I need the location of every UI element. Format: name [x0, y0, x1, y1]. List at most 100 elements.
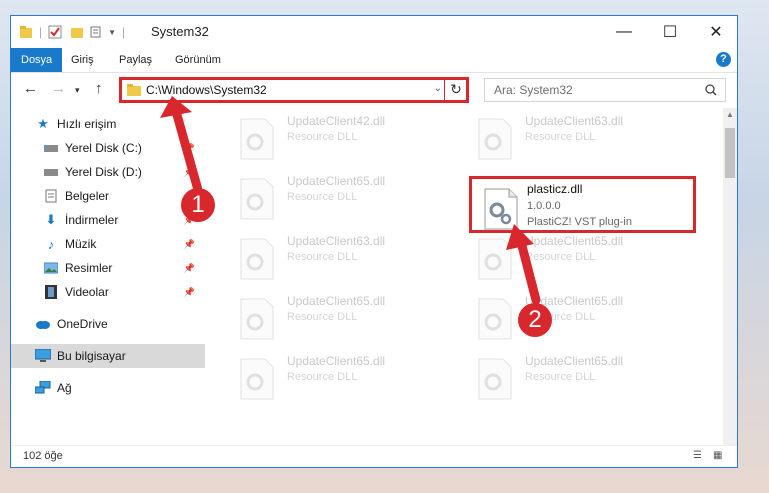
sidebar-item-pictures[interactable]: Resimler 📌 [11, 256, 205, 280]
pin-icon[interactable]: 📌 [184, 239, 195, 250]
sidebar-item-videos[interactable]: Videolar 📌 [11, 280, 205, 304]
help-icon[interactable]: ? [716, 52, 731, 67]
pin-icon[interactable]: 📌 [184, 287, 195, 298]
sidebar-item-label: OneDrive [57, 317, 108, 331]
window-title: System32 [151, 24, 209, 39]
status-bar: 102 öğe ☰ ▦ [11, 445, 737, 468]
forward-button[interactable]: → [51, 80, 66, 97]
maximize-button[interactable]: ☐ [647, 16, 693, 48]
sidebar-item-label: Hızlı erişim [57, 117, 117, 131]
file-name: UpdateClient65.dll [287, 294, 386, 308]
file-name: UpdateClient63.dll [525, 114, 624, 128]
star-icon: ★ [37, 116, 49, 131]
tab-share[interactable]: Paylaş [119, 48, 152, 72]
annotation-label-1: 1 [181, 188, 215, 222]
file-description: Resource DLL [525, 371, 596, 383]
sidebar-item-label: Müzik [65, 237, 97, 251]
file-description: Resource DLL [525, 251, 596, 263]
sidebar-item-quick-access[interactable]: ★ Hızlı erişim [11, 112, 205, 136]
file-description: Resource DLL [287, 191, 358, 203]
dll-file-icon [240, 118, 274, 160]
recent-locations-icon[interactable]: ▾ [75, 85, 80, 96]
sidebar-item-onedrive[interactable]: OneDrive [11, 312, 205, 336]
address-bar[interactable]: C:\Windows\System32 ⌄ ↻ [119, 77, 469, 103]
highlight-box [469, 176, 696, 233]
dll-file-icon [478, 118, 512, 160]
video-icon [43, 284, 59, 300]
network-icon [35, 380, 51, 396]
sidebar-item-label: Bu bilgisayar [57, 349, 126, 363]
sidebar-item-downloads[interactable]: ⬇ İndirmeler 📌 [11, 208, 205, 232]
search-box[interactable]: Ara: System32 [484, 78, 726, 102]
drive-icon [43, 164, 59, 180]
tiles-view-icon[interactable]: ▦ [713, 450, 727, 462]
dll-file-icon [478, 238, 512, 280]
file-list: UpdateClient42.dll Resource DLL UpdateCl… [215, 108, 721, 445]
file-description: Resource DLL [287, 131, 358, 143]
scroll-up-icon[interactable]: ▲ [726, 110, 734, 119]
sidebar-item-network[interactable]: Ağ [11, 376, 205, 400]
address-dropdown-icon[interactable]: ⌄ [434, 83, 442, 94]
tab-view[interactable]: Görünüm [175, 48, 221, 72]
search-input[interactable]: Ara: System32 [494, 83, 573, 97]
scrollbar-thumb[interactable] [725, 128, 735, 178]
pin-icon[interactable]: 📌 [184, 263, 195, 274]
file-name: UpdateClient63.dll [287, 234, 386, 248]
file-tile[interactable]: UpdateClient65.dll Resource DLL [225, 350, 455, 406]
pin-icon[interactable]: 📌 [184, 143, 195, 154]
minimize-button[interactable]: — [601, 16, 647, 48]
pin-icon[interactable]: 📌 [184, 167, 195, 178]
file-tile[interactable]: UpdateClient63.dll Resource DLL [463, 110, 693, 166]
refresh-button[interactable]: ↻ [444, 77, 467, 103]
sidebar-item-music[interactable]: ♪ Müzik 📌 [11, 232, 205, 256]
sidebar-item-local-disk-c[interactable]: Yerel Disk (C:) 📌 [11, 136, 205, 160]
computer-icon [35, 348, 51, 364]
tab-file[interactable]: Dosya [11, 48, 63, 72]
close-button[interactable]: ✕ [693, 16, 739, 48]
file-tile[interactable]: UpdateClient65.dll Resource DLL [463, 230, 693, 286]
file-explorer-window: | ▼ | System32 — ☐ ✕ Dosya Giriş Paylaş … [10, 15, 738, 468]
file-name: UpdateClient65.dll [287, 354, 386, 368]
new-folder-icon[interactable] [70, 25, 84, 39]
back-button[interactable]: ← [23, 80, 38, 97]
file-tile[interactable]: UpdateClient63.dll Resource DLL [225, 230, 455, 286]
file-description: Resource DLL [287, 371, 358, 383]
sidebar-item-this-pc[interactable]: Bu bilgisayar [11, 344, 205, 368]
file-name: UpdateClient65.dll [287, 174, 386, 188]
file-tile[interactable]: UpdateClient65.dll Resource DLL [225, 170, 455, 226]
dll-file-icon [478, 358, 512, 400]
dll-file-icon [240, 178, 274, 220]
up-button[interactable]: ↑ [95, 80, 103, 97]
file-tile[interactable]: UpdateClient65.dll Resource DLL [463, 350, 693, 406]
sidebar-item-label: Videolar [65, 285, 109, 299]
file-name: UpdateClient65.dll [525, 354, 624, 368]
navigation-bar: ← → ▾ ↑ C:\Windows\System32 ⌄ ↻ Ara: Sys… [11, 72, 737, 108]
file-tile[interactable]: UpdateClient42.dll Resource DLL [225, 110, 455, 166]
file-tile[interactable]: UpdateClient65.dll Resource DLL [463, 290, 693, 346]
file-tile[interactable]: UpdateClient65.dll Resource DLL [225, 290, 455, 346]
item-count: 102 öğe [23, 450, 63, 462]
sidebar-item-label: Yerel Disk (D:) [65, 165, 142, 179]
folder-icon[interactable] [19, 25, 33, 39]
search-icon[interactable] [705, 84, 717, 96]
cloud-icon [35, 316, 51, 332]
dll-file-icon [240, 298, 274, 340]
vertical-scrollbar[interactable]: ▲ [723, 108, 737, 445]
dll-file-icon [240, 358, 274, 400]
chevron-down-icon[interactable]: ▼ [108, 28, 116, 37]
sidebar-item-label: Belgeler [65, 189, 110, 203]
folder-icon [127, 84, 141, 96]
sidebar-item-documents[interactable]: Belgeler 📌 [11, 184, 205, 208]
tab-home[interactable]: Giriş [71, 48, 94, 72]
sidebar-item-label: Yerel Disk (C:) [65, 141, 142, 155]
details-view-icon[interactable]: ☰ [693, 450, 707, 462]
properties-icon[interactable] [48, 25, 62, 39]
file-description: Resource DLL [287, 251, 358, 263]
music-icon: ♪ [47, 236, 55, 252]
sidebar-item-label: İndirmeler [65, 213, 119, 227]
sidebar-item-local-disk-d[interactable]: Yerel Disk (D:) 📌 [11, 160, 205, 184]
annotation-label-2: 2 [518, 303, 552, 337]
file-name: UpdateClient42.dll [287, 114, 386, 128]
customize-toolbar-icon[interactable] [90, 25, 106, 39]
file-name: UpdateClient65.dll [525, 234, 624, 248]
